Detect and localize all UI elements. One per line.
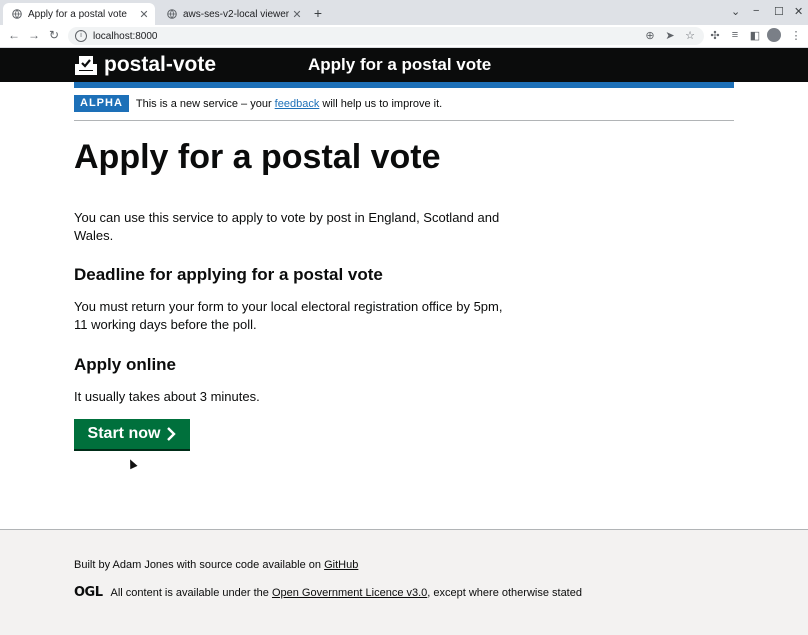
apply-text: It usually takes about 3 minutes. (74, 389, 260, 404)
phase-text-before: This is a new service – your (135, 98, 275, 110)
globe-icon (167, 9, 177, 19)
mouse-cursor (126, 457, 138, 470)
close-window-icon[interactable]: ✕ (794, 5, 803, 18)
feedback-link[interactable]: feedback (275, 98, 320, 110)
apply-heading: Apply online (74, 355, 176, 374)
new-tab-button[interactable]: + (311, 5, 325, 21)
phase-text: This is a new service – your feedback wi… (136, 95, 442, 113)
ballot-box-icon (75, 56, 97, 75)
tab-title: aws-ses-v2-local viewer (183, 8, 290, 20)
minimize-icon[interactable]: − (753, 5, 759, 17)
bookmark-star-icon[interactable]: ☆ (683, 29, 697, 42)
ogl-logo: OGL (74, 585, 103, 600)
built-by-text: Built by Adam Jones with source code ava… (74, 559, 325, 571)
reload-icon[interactable]: ↻ (47, 28, 61, 42)
address-bar[interactable]: i localhost:8000 (68, 27, 704, 45)
globe-icon (12, 9, 22, 19)
intro-text: You can use this service to apply to vot… (74, 210, 500, 243)
site-footer: Built by Adam Jones with source code ava… (0, 529, 808, 635)
deadline-heading: Deadline for applying for a postal vote (74, 265, 383, 284)
start-now-button[interactable]: Start now (74, 419, 190, 449)
licence-link[interactable]: Open Government Licence v3.0 (272, 587, 427, 599)
github-link[interactable]: GitHub (324, 559, 358, 571)
tab-close-icon[interactable]: ✕ (290, 8, 304, 21)
phase-text-after: will help us to improve it. (319, 98, 443, 110)
header-accent-bar (74, 82, 734, 88)
start-button-label: Start now (87, 425, 161, 442)
send-icon[interactable]: ➤ (663, 29, 677, 42)
chevron-right-icon (167, 427, 177, 441)
licence-text-after: , except where otherwise stated (427, 586, 582, 599)
extensions-icon[interactable]: ✣ (708, 29, 722, 42)
side-panel-icon[interactable]: ◧ (748, 29, 762, 42)
footer-built-by: Built by Adam Jones with source code ava… (74, 559, 358, 571)
browser-toolbar: ← → ↻ i localhost:8000 ⊕ ➤ ☆ ✣ ≡ ◧ ⋮ (0, 25, 808, 48)
maximize-icon[interactable]: ☐ (774, 5, 784, 18)
browser-tabstrip: Apply for a postal vote ✕ aws-ses-v2-loc… (0, 0, 808, 25)
logo-text: postal-vote (104, 53, 217, 76)
tab-close-icon[interactable]: ✕ (137, 8, 151, 21)
tab-search-icon[interactable]: ⌄ (731, 5, 740, 18)
service-name[interactable]: Apply for a postal vote (308, 55, 491, 75)
back-icon[interactable]: ← (7, 28, 21, 42)
url-text: localhost:8000 (93, 30, 158, 42)
site-info-icon[interactable]: i (75, 30, 87, 42)
media-icon[interactable]: ≡ (728, 29, 742, 41)
site-logo[interactable]: postal-vote (74, 53, 216, 77)
browser-tab-active[interactable]: Apply for a postal vote ✕ (3, 3, 155, 25)
phase-banner: ALPHA This is a new service – your feedb… (74, 95, 734, 121)
profile-avatar[interactable] (767, 28, 781, 42)
tab-title: Apply for a postal vote (28, 8, 127, 20)
deadline-text: You must return your form to your local … (74, 299, 503, 332)
site-header: postal-vote Apply for a postal vote (0, 48, 808, 82)
page-title: Apply for a postal vote (74, 138, 441, 176)
licence-text-before: All content is available under the (110, 586, 269, 599)
phase-tag: ALPHA (74, 95, 129, 112)
menu-icon[interactable]: ⋮ (789, 29, 803, 42)
footer-licence: OGL All content is available under the O… (74, 585, 582, 600)
zoom-icon[interactable]: ⊕ (643, 29, 657, 42)
forward-icon[interactable]: → (27, 28, 41, 42)
browser-tab[interactable]: aws-ses-v2-local viewer ✕ (158, 3, 308, 25)
